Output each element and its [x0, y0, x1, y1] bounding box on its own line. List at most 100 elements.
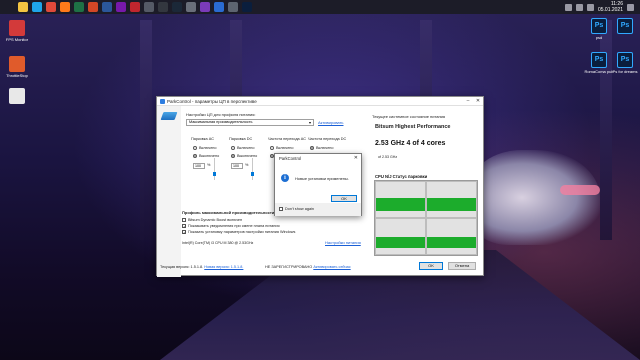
unregistered-label: НЕ ЗАРЕГИСТРИРОВАНО — [265, 265, 313, 269]
clock[interactable]: 11:26 05.01.2021 — [598, 1, 623, 13]
percent-input[interactable]: 100 — [193, 163, 205, 169]
power-profile-select[interactable]: Максимальная производительность ▾ — [186, 119, 314, 126]
document-icon — [9, 88, 25, 104]
parkcontrol-app-icon — [160, 98, 165, 104]
checkbox-box[interactable] — [182, 218, 186, 222]
option-checkbox[interactable]: ✓ Показывать уведомления при смене плана … — [182, 224, 280, 229]
onenote-icon[interactable] — [116, 2, 126, 12]
wallpaper-car-light — [560, 185, 600, 195]
powerpoint-icon[interactable] — [88, 2, 98, 12]
dialog-message: Новые установки применены. — [295, 176, 349, 181]
radio-label: Выключено — [237, 154, 258, 158]
desktop-icon-throttlestop[interactable]: ThrottleStop — [2, 56, 32, 78]
dialog-ok-button[interactable]: OK — [331, 195, 357, 202]
radio-button[interactable] — [231, 146, 235, 150]
desktop-icon-document[interactable] — [2, 88, 32, 105]
footer-version: Текущая версия: 1.5.1.8. Новая версия: 1… — [160, 265, 243, 270]
radio-button[interactable] — [270, 146, 274, 150]
current-power-state-label: Текущее системное состояние питания — [372, 114, 446, 119]
core-load-bar — [376, 237, 425, 248]
checkbox-box[interactable]: ✓ — [182, 224, 186, 229]
parking-slider[interactable] — [213, 158, 216, 180]
checkbox-box[interactable] — [279, 207, 283, 211]
desktop-icon-label: psd — [595, 35, 603, 40]
wallpaper-tree — [140, 20, 152, 240]
radio-option[interactable]: Включено — [310, 146, 334, 151]
core-parking-graph — [374, 180, 478, 256]
app-dark-icon[interactable] — [158, 2, 168, 12]
radio-option[interactable]: Включено — [270, 146, 294, 151]
photoshop-icon[interactable] — [242, 2, 252, 12]
power-settings-link[interactable]: Настройки питания — [325, 240, 361, 245]
chevron-down-icon: ▾ — [308, 120, 311, 125]
steam-icon[interactable] — [172, 2, 182, 12]
desktop-icon-ps-dreams[interactable]: Ps Ps for dreams — [610, 52, 640, 74]
option-checkbox[interactable]: ✓ Показать установку параметров настройки… — [182, 230, 295, 235]
window-sidebar — [157, 106, 181, 277]
core-cell — [426, 218, 477, 255]
new-version-link[interactable]: Новая версия: 1.5.1.8. — [204, 265, 243, 269]
activate-now-link[interactable]: Активировать сейчас — [313, 265, 350, 269]
app-blue-icon[interactable] — [214, 2, 224, 12]
word-icon[interactable] — [102, 2, 112, 12]
close-icon[interactable]: ✕ — [473, 98, 483, 104]
app-purple-icon[interactable] — [200, 2, 210, 12]
edge-icon[interactable] — [32, 2, 42, 12]
power-plan-name: Bitsum Highest Performance — [375, 124, 451, 130]
firefox-icon[interactable] — [60, 2, 70, 12]
desktop-icon-fps-monitor[interactable]: FPS Monitor — [2, 20, 32, 42]
taskbar: 11:26 05.01.2021 — [0, 0, 640, 14]
current-version: Текущая версия: 1.5.1.8. — [160, 265, 204, 269]
dialog-footer: Don't show again — [275, 203, 361, 216]
radio-button[interactable] — [231, 154, 235, 158]
photoshop-file-icon: Ps — [617, 52, 633, 68]
core-cell — [375, 181, 426, 218]
volume-icon[interactable] — [586, 3, 594, 11]
dont-show-again-checkbox[interactable]: Don't show again — [279, 207, 314, 212]
chrome-icon[interactable] — [46, 2, 56, 12]
column-title: Парковка DC — [229, 137, 253, 141]
excel-icon[interactable] — [74, 2, 84, 12]
percent-unit: % — [207, 163, 211, 167]
power-profile-value: Максимальная производительность — [189, 120, 253, 124]
column-title: Частота перехода DC — [308, 137, 347, 141]
ok-button[interactable]: OK — [419, 262, 443, 270]
radio-option[interactable]: Включено — [231, 146, 255, 151]
percent-input[interactable]: 100 — [231, 163, 243, 169]
fps-monitor-icon — [9, 20, 25, 36]
app-grey-icon[interactable] — [186, 2, 196, 12]
tray-chevron-icon[interactable] — [564, 3, 572, 11]
radio-button[interactable] — [193, 154, 197, 158]
radio-button[interactable] — [310, 146, 314, 150]
option-checkbox[interactable]: Bitsum Dynamic Boost включен — [182, 218, 242, 223]
minimize-icon[interactable]: – — [463, 98, 473, 104]
radio-label: Включено — [316, 146, 334, 150]
desktop-icon-label: FPS Monitor — [5, 37, 29, 42]
desktop-icon-label: Ps for dreams — [612, 69, 638, 74]
dialog-close-icon[interactable]: ✕ — [354, 155, 358, 161]
dialog-title: ParkControl — [279, 156, 302, 161]
parking-slider[interactable] — [251, 158, 254, 180]
wallpaper-car — [470, 150, 600, 245]
slider-thumb[interactable] — [213, 172, 216, 176]
calculator-icon[interactable] — [144, 2, 154, 12]
activate-profile-link[interactable]: Активировать — [318, 120, 343, 125]
checkbox-box[interactable]: ✓ — [182, 230, 186, 235]
radio-option[interactable]: Выключено — [193, 154, 219, 159]
network-icon[interactable] — [575, 3, 583, 11]
app-red-icon[interactable] — [130, 2, 140, 12]
notifications-icon[interactable] — [627, 3, 634, 11]
window-titlebar[interactable]: ParkControl - параметры ЦП в перспективе… — [157, 97, 483, 106]
system-tray: 11:26 05.01.2021 — [564, 0, 634, 14]
throttlestop-icon — [9, 56, 25, 72]
settings-icon[interactable] — [228, 2, 238, 12]
desktop-icon-ps-2[interactable]: Ps — [610, 18, 640, 35]
radio-button[interactable] — [193, 146, 197, 150]
checkbox-label: Показать установку параметров настройки … — [188, 230, 296, 234]
file-explorer-icon[interactable] — [18, 2, 28, 12]
slider-thumb[interactable] — [251, 172, 254, 176]
profile-section-title: Профиль максимальной производительности — [182, 210, 275, 215]
radio-option[interactable]: Выключено — [231, 154, 257, 159]
cancel-button[interactable]: Отмена — [448, 262, 476, 270]
radio-option[interactable]: Включено — [193, 146, 217, 151]
